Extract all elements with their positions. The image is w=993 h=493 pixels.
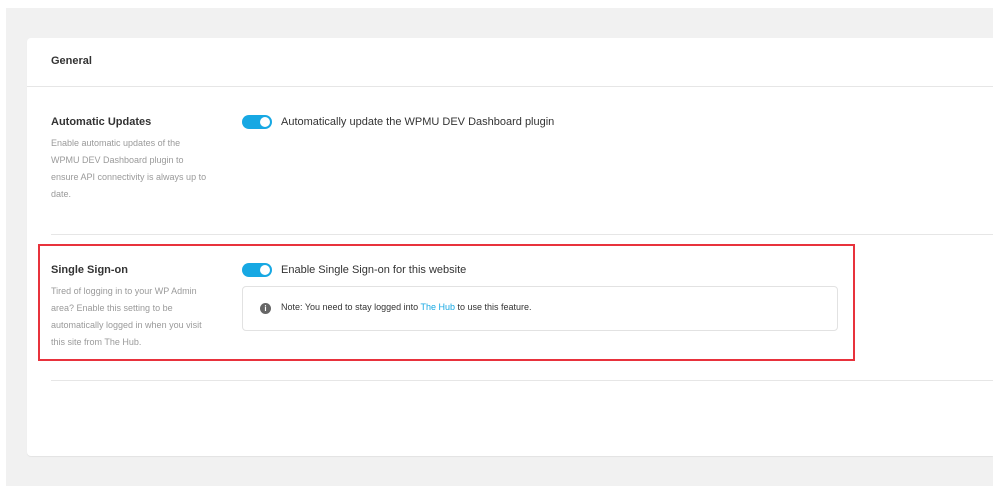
automatic-updates-description: Enable automatic updates of the WPMU DEV…	[51, 138, 207, 199]
notice-text: Note: You need to stay logged into The H…	[281, 302, 532, 312]
info-icon: i	[260, 303, 271, 314]
single-sign-on-notice: i Note: You need to stay logged into The…	[242, 286, 838, 331]
single-sign-on-label: Single Sign-on	[51, 264, 128, 276]
automatic-updates-toggle-label[interactable]: Automatically update the WPMU DEV Dashbo…	[281, 116, 554, 128]
single-sign-on-description: Tired of logging in to your WP Admin are…	[51, 286, 202, 347]
the-hub-link[interactable]: The Hub	[420, 302, 455, 312]
card-header: General	[27, 38, 993, 87]
notice-prefix: Note: You need to stay logged into	[281, 302, 421, 312]
row-divider	[51, 380, 993, 381]
single-sign-on-toggle-label[interactable]: Enable Single Sign-on for this website	[281, 264, 466, 276]
notice-suffix: to use this feature.	[454, 302, 532, 312]
page: General Automatic Updates Enable automat…	[0, 0, 993, 493]
automatic-updates-label: Automatic Updates	[51, 116, 152, 128]
row-divider	[51, 234, 993, 235]
automatic-updates-toggle[interactable]	[242, 115, 272, 129]
single-sign-on-toggle[interactable]	[242, 263, 272, 277]
toggle-knob	[260, 117, 270, 127]
card-title: General	[51, 55, 92, 67]
toggle-knob	[260, 265, 270, 275]
general-settings-card: General Automatic Updates Enable automat…	[27, 38, 993, 456]
